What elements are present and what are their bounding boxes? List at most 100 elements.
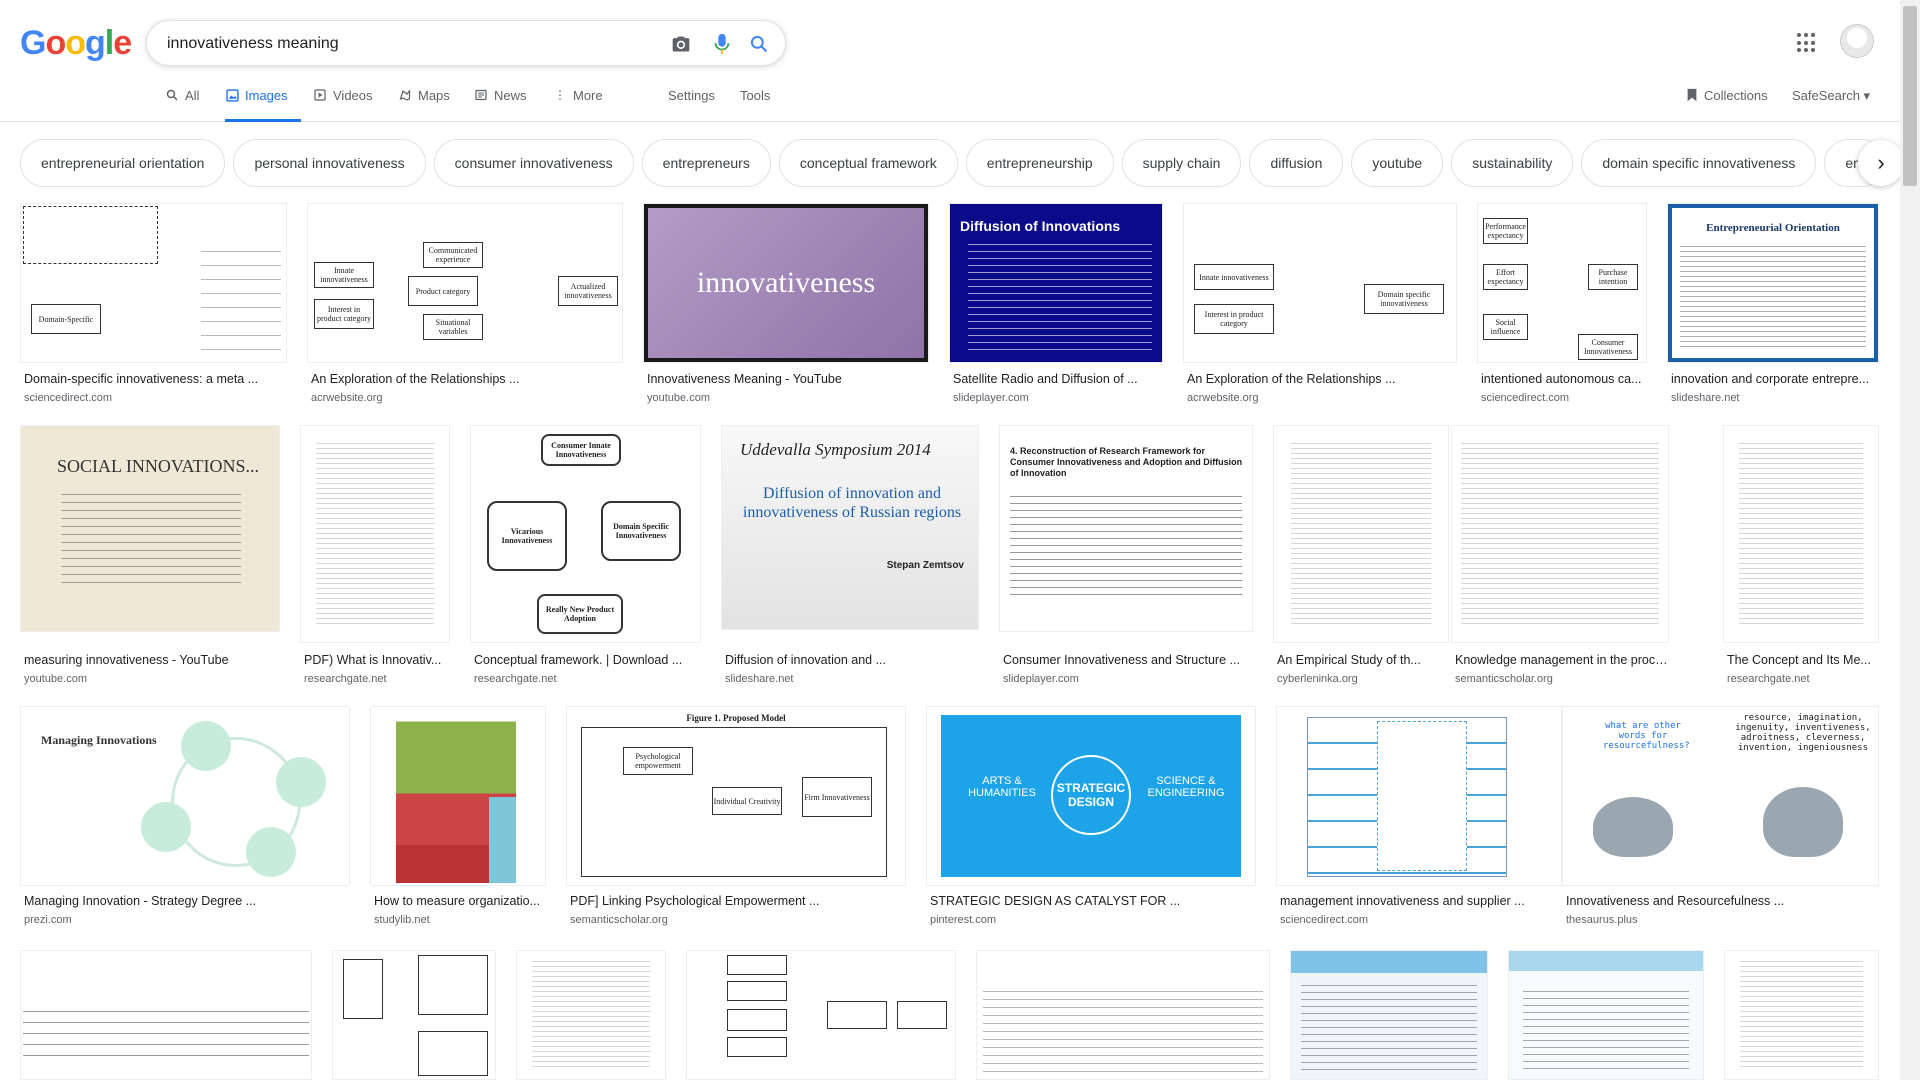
image-result[interactable]: Diffusion of Innovations Satellite Radio…	[949, 203, 1163, 404]
image-result[interactable]: Innate innovativeness Domain specific in…	[1183, 203, 1457, 404]
result-title[interactable]: innovation and corporate entrepre...	[1671, 372, 1879, 386]
tab-maps[interactable]: Maps	[398, 88, 450, 122]
image-result[interactable]: management innovativeness and supplier .…	[1276, 706, 1562, 926]
safesearch-dropdown[interactable]: SafeSearch ▾	[1792, 88, 1870, 104]
result-title[interactable]: An Exploration of the Relationships ...	[1187, 372, 1457, 386]
result-title[interactable]: Innovativeness Meaning - YouTube	[647, 372, 927, 386]
image-result[interactable]: Figure 1. Proposed Model Psychological e…	[566, 706, 906, 926]
avatar[interactable]	[1840, 24, 1874, 58]
result-title[interactable]: measuring innovativeness - YouTube	[24, 653, 280, 667]
settings-link[interactable]: Settings	[668, 88, 715, 103]
apps-grid-icon[interactable]	[1797, 33, 1817, 53]
camera-icon[interactable]	[669, 32, 693, 56]
thumb-text: resource, imagination, ingenuity, invent…	[1735, 713, 1871, 753]
result-title[interactable]: Consumer Innovativeness and Structure ..…	[1003, 653, 1253, 667]
result-thumbnail	[1451, 425, 1669, 643]
header: Google All Images Videos Maps	[0, 0, 1900, 122]
image-result[interactable]	[516, 950, 666, 1080]
tab-images[interactable]: Images	[225, 88, 301, 122]
image-result[interactable]: innovativeness Innovativeness Meaning - …	[643, 203, 929, 404]
tab-news[interactable]: News	[474, 88, 527, 122]
scrollbar-thumb[interactable]	[1903, 6, 1917, 186]
result-title[interactable]: management innovativeness and supplier .…	[1280, 894, 1562, 908]
thumb-text: Domain Specific Innovativeness	[601, 501, 681, 561]
image-result[interactable]: How to measure organizatio... studylib.n…	[370, 706, 546, 926]
play-icon	[313, 88, 327, 102]
image-result[interactable]: Knowledge management in the process o...…	[1451, 425, 1669, 685]
image-result[interactable]	[1508, 950, 1704, 1080]
result-title[interactable]: Satellite Radio and Diffusion of ...	[953, 372, 1163, 386]
image-result[interactable]	[332, 950, 496, 1080]
microphone-icon[interactable]	[710, 32, 734, 56]
image-result[interactable]: 4. Reconstruction of Research Framework …	[999, 425, 1253, 685]
image-result[interactable]: Entrepreneurial Orientation innovation a…	[1667, 203, 1879, 404]
result-title[interactable]: Innovativeness and Resourcefulness ...	[1566, 894, 1879, 908]
tab-all[interactable]: All	[165, 88, 199, 122]
image-result[interactable]	[20, 950, 312, 1080]
result-thumbnail: Communicated experience Innate innovativ…	[307, 203, 623, 363]
result-thumbnail	[976, 950, 1270, 1080]
chip[interactable]: diffusion	[1249, 139, 1344, 187]
result-title[interactable]: How to measure organizatio...	[374, 894, 546, 908]
result-title[interactable]: Managing Innovation - Strategy Degree ..…	[24, 894, 350, 908]
image-result[interactable]: SOCIAL INNOVATIONS... measuring innovati…	[20, 425, 280, 685]
tab-videos[interactable]: Videos	[313, 88, 373, 122]
image-result[interactable]: PDF) What is Innovativ... researchgate.n…	[300, 425, 450, 685]
chip[interactable]: entrepreneurs	[641, 139, 771, 187]
tools-link[interactable]: Tools	[740, 88, 770, 103]
result-thumbnail: Performance expectancy Effort expectancy…	[1477, 203, 1647, 363]
result-domain: slideplayer.com	[953, 392, 1029, 404]
search-icon[interactable]	[747, 32, 771, 56]
result-title[interactable]: An Exploration of the Relationships ...	[311, 372, 621, 386]
result-title[interactable]: Knowledge management in the process o...	[1455, 653, 1669, 667]
result-title[interactable]: STRATEGIC DESIGN AS CATALYST FOR ...	[930, 894, 1256, 908]
thumb-text: Uddevalla Symposium 2014	[740, 440, 931, 459]
result-thumbnail: 4. Reconstruction of Research Framework …	[999, 425, 1253, 632]
image-result[interactable]: ARTS & HUMANITIES STRATEGIC DESIGN SCIEN…	[926, 706, 1256, 926]
chip[interactable]: personal innovativeness	[233, 139, 426, 187]
result-domain: sciencedirect.com	[24, 392, 113, 404]
image-result[interactable]	[1290, 950, 1488, 1080]
chip[interactable]: entrepreneurship	[965, 139, 1114, 187]
image-result[interactable]	[686, 950, 956, 1080]
result-title[interactable]: The Concept and Its Me...	[1727, 653, 1879, 667]
image-result[interactable]: Performance expectancy Effort expectancy…	[1477, 203, 1647, 404]
image-result[interactable]: Communicated experience Innate innovativ…	[307, 203, 623, 404]
result-title[interactable]: Conceptual framework. | Download ...	[474, 653, 701, 667]
tab-more[interactable]: ⋮ More	[553, 88, 603, 122]
image-result[interactable]: Uddevalla Symposium 2014 Diffusion of in…	[721, 425, 979, 685]
result-title[interactable]: PDF) What is Innovativ...	[304, 653, 450, 667]
result-title[interactable]: PDF] Linking Psychological Empowerment .…	[570, 894, 906, 908]
image-result[interactable]: An Empirical Study of th... cyberleninka…	[1273, 425, 1449, 685]
result-title[interactable]: Domain-specific innovativeness: a meta .…	[24, 372, 284, 386]
image-result[interactable]: The Concept and Its Me... researchgate.n…	[1723, 425, 1879, 685]
chip[interactable]: consumer innovativeness	[433, 139, 634, 187]
image-result[interactable]: Consumer Innate Innovativeness Vicarious…	[470, 425, 701, 685]
result-domain: sciencedirect.com	[1481, 392, 1570, 404]
chip[interactable]: domain specific innovativeness	[1581, 139, 1817, 187]
result-title[interactable]: An Empirical Study of th...	[1277, 653, 1449, 667]
image-result[interactable]	[1724, 950, 1879, 1080]
chip[interactable]: youtube	[1351, 139, 1444, 187]
chip[interactable]: entrepreneurial orientation	[20, 139, 226, 187]
result-domain: acrwebsite.org	[1187, 392, 1259, 404]
result-title[interactable]: intentioned autonomous ca...	[1481, 372, 1647, 386]
chevron-right-icon[interactable]: ›	[1858, 140, 1904, 186]
result-title[interactable]: Diffusion of innovation and ...	[725, 653, 979, 667]
result-thumbnail	[516, 950, 666, 1080]
image-result[interactable]: what are other words for resourcefulness…	[1562, 706, 1879, 926]
thumb-text: 4. Reconstruction of Research Framework …	[1010, 446, 1243, 478]
result-thumbnail: Figure 1. Proposed Model Psychological e…	[566, 706, 906, 886]
result-thumbnail	[1276, 706, 1562, 886]
collections-button[interactable]: Collections	[1686, 88, 1768, 105]
thumb-text: Diffusion of innovation and innovativene…	[742, 485, 962, 521]
chip[interactable]: sustainability	[1451, 139, 1574, 187]
scrollbar[interactable]	[1900, 0, 1920, 1080]
image-result[interactable]	[976, 950, 1270, 1080]
chip[interactable]: supply chain	[1121, 139, 1242, 187]
image-result[interactable]: Managing Innovations Managing Innovation…	[20, 706, 350, 926]
image-result[interactable]: Domain-Specific Domain-specific innovati…	[20, 203, 287, 404]
google-logo[interactable]: Google	[20, 24, 132, 63]
search-input[interactable]	[167, 32, 647, 56]
chip[interactable]: conceptual framework	[778, 139, 958, 187]
